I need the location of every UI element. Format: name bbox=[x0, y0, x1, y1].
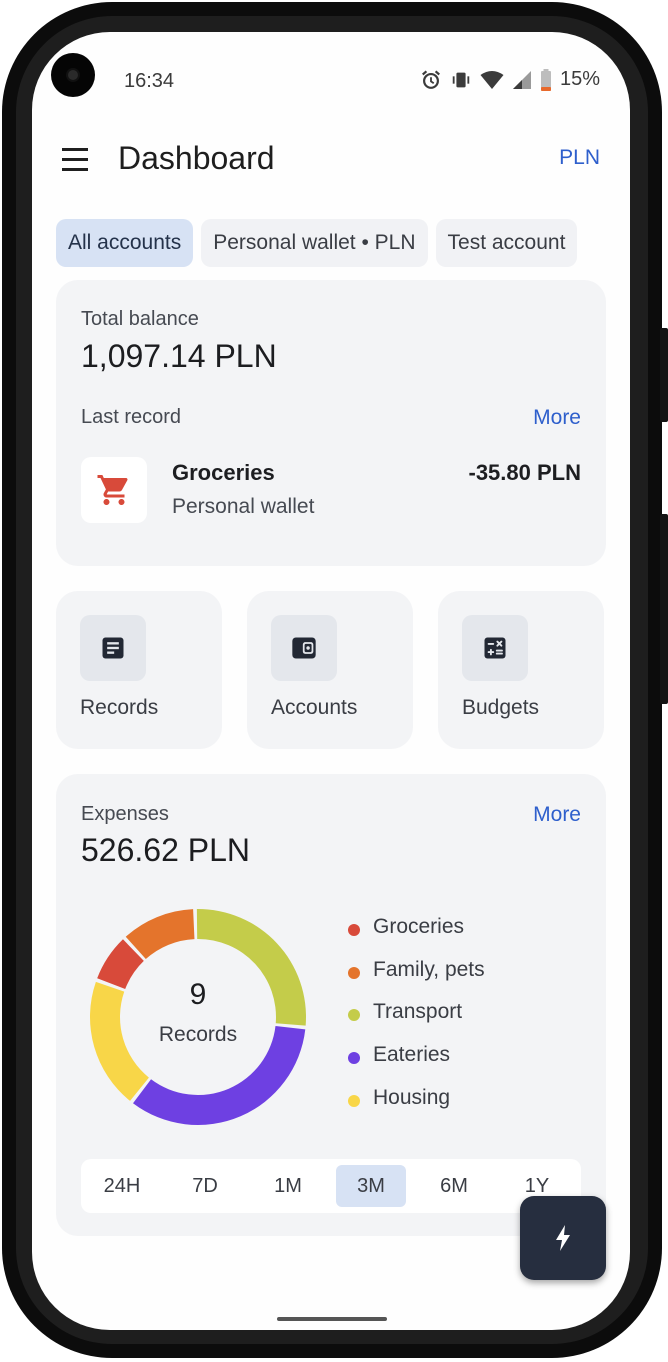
home-indicator bbox=[277, 1317, 387, 1321]
record-amount: -35.80 PLN bbox=[468, 460, 582, 485]
record-account: Personal wallet bbox=[172, 495, 315, 518]
currency-button[interactable]: PLN bbox=[559, 146, 600, 170]
donut-slice-family-pets[interactable] bbox=[125, 909, 195, 960]
legend-label: Groceries bbox=[373, 915, 465, 938]
period-6m[interactable]: 6M bbox=[419, 1165, 489, 1207]
legend-label: Eateries bbox=[373, 1043, 451, 1067]
budgets-shortcut[interactable]: Budgets bbox=[438, 591, 604, 749]
records-count-label: Records bbox=[158, 1023, 238, 1046]
legend-dot bbox=[348, 924, 360, 936]
page-title: Dashboard bbox=[118, 140, 275, 176]
accounts-shortcut-label: Accounts bbox=[271, 696, 358, 719]
front-camera bbox=[51, 53, 95, 97]
legend-dot bbox=[348, 1094, 360, 1107]
signal-icon bbox=[512, 70, 531, 89]
vibrate-icon bbox=[452, 72, 470, 87]
status-icons: 15% bbox=[420, 68, 600, 91]
alarm-icon bbox=[421, 69, 440, 89]
legend-label: Transport bbox=[373, 1000, 463, 1024]
period-selector: 24H 7D 1M 3M 6M 1Y bbox=[81, 1159, 581, 1213]
period-7d[interactable]: 7D bbox=[170, 1165, 240, 1207]
cart-icon bbox=[97, 475, 128, 505]
account-chips: All accounts Personal wallet • PLN Test ac… bbox=[56, 219, 606, 269]
period-3m[interactable]: 3M bbox=[336, 1165, 406, 1207]
total-balance-label: Total balance bbox=[81, 308, 199, 330]
records-shortcut[interactable]: Records bbox=[56, 591, 222, 749]
expenses-label: Expenses bbox=[81, 803, 169, 825]
record-category: Groceries bbox=[172, 460, 275, 485]
expenses-donut-chart[interactable] bbox=[86, 905, 310, 1129]
period-24h[interactable]: 24H bbox=[87, 1165, 157, 1207]
legend-dot bbox=[348, 1052, 360, 1065]
calculator-icon bbox=[484, 637, 506, 659]
wifi-icon bbox=[480, 70, 504, 89]
budgets-shortcut-label: Budgets bbox=[462, 696, 540, 719]
app-bar: Dashboard PLN bbox=[32, 132, 630, 188]
battery-icon bbox=[540, 68, 551, 91]
last-record-label: Last record bbox=[81, 406, 182, 428]
legend-label: Family, pets bbox=[373, 957, 485, 981]
period-1m[interactable]: 1M bbox=[253, 1165, 323, 1207]
legend-label: Housing bbox=[373, 1085, 451, 1109]
records-shortcut-label: Records bbox=[80, 696, 159, 719]
screen: 16:34 15% Dashboard PLN All accounts Per… bbox=[32, 32, 630, 1330]
records-count: 9 bbox=[189, 978, 207, 1011]
accounts-shortcut[interactable]: Accounts bbox=[247, 591, 413, 749]
quick-add-button[interactable] bbox=[520, 1196, 606, 1280]
wallet-icon bbox=[292, 637, 316, 659]
bolt-icon bbox=[556, 1225, 570, 1251]
battery-percent: 15% bbox=[559, 68, 600, 90]
last-record-more-link[interactable]: More bbox=[533, 406, 581, 430]
expenses-more-link[interactable]: More bbox=[533, 803, 581, 827]
power-button bbox=[660, 328, 668, 422]
legend-dot bbox=[348, 1009, 360, 1022]
expenses-value: 526.62 PLN bbox=[81, 832, 251, 868]
chip-personal-wallet[interactable]: Personal wallet • PLN bbox=[201, 219, 428, 267]
volume-button bbox=[660, 514, 668, 704]
menu-icon bbox=[62, 148, 88, 151]
legend-dot bbox=[348, 966, 360, 979]
status-time: 16:34 bbox=[124, 70, 175, 92]
chip-all-accounts[interactable]: All accounts bbox=[56, 219, 194, 267]
record-category-icon bbox=[81, 457, 147, 523]
expenses-card: Expenses 526.62 PLN More 9 Records Groce… bbox=[56, 774, 606, 1236]
menu-button[interactable] bbox=[56, 144, 96, 176]
total-balance-value: 1,097.14 PLN bbox=[81, 338, 277, 374]
chip-test-account[interactable]: Test account bbox=[435, 219, 578, 267]
records-icon bbox=[102, 637, 124, 659]
balance-card: Total balance 1,097.14 PLN Last record M… bbox=[56, 280, 606, 566]
